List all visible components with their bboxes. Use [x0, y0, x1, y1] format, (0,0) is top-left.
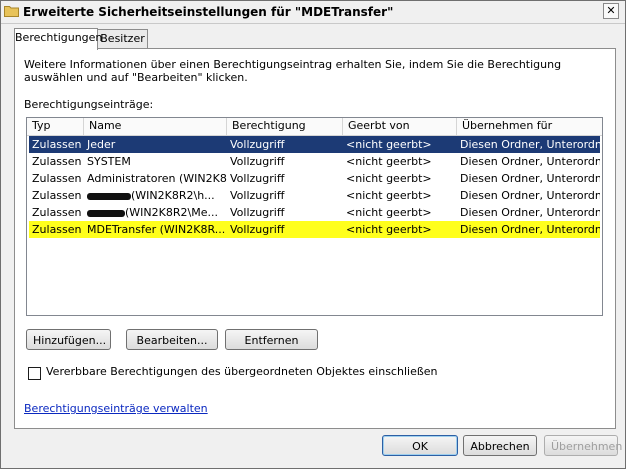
- column-header-name[interactable]: Name: [84, 118, 227, 135]
- cell-uebernehmen: Diesen Ordner, Unterordn...: [460, 155, 600, 168]
- cell-geerbt: <nicht geerbt>: [346, 155, 432, 168]
- cell-geerbt: <nicht geerbt>: [346, 206, 432, 219]
- title-bar: Erweiterte Sicherheitseinstellungen für …: [1, 1, 625, 24]
- cell-name-text: (WIN2K8R2\Me...: [125, 206, 218, 219]
- cell-name: (WIN2K8R2\Me...: [84, 204, 227, 221]
- cell-uebernehmen: Diesen Ordner, Unterordn...: [460, 172, 600, 185]
- cell-geerbt: <nicht geerbt>: [346, 223, 432, 236]
- cell-name: (WIN2K8R2\h...: [84, 187, 227, 204]
- cell-uebernehmen: Diesen Ordner, Unterordn...: [460, 206, 600, 219]
- redacted-username: [87, 209, 125, 217]
- cell-name: Jeder: [87, 138, 116, 151]
- table-row[interactable]: Zulassen (WIN2K8R2\h... Vollzugriff <nic…: [29, 187, 600, 204]
- cell-typ: Zulassen: [32, 223, 82, 236]
- column-header-berechtigung[interactable]: Berechtigung: [227, 118, 343, 135]
- add-button[interactable]: Hinzufügen...: [26, 329, 111, 350]
- column-header-geerbt[interactable]: Geerbt von: [343, 118, 457, 135]
- cell-berechtigung: Vollzugriff: [230, 206, 285, 219]
- ok-button[interactable]: OK: [382, 435, 458, 456]
- cell-berechtigung: Vollzugriff: [230, 138, 285, 151]
- cell-typ: Zulassen: [32, 189, 82, 202]
- tab-berechtigungen[interactable]: Berechtigungen: [14, 28, 102, 50]
- info-text: Weitere Informationen über einen Berecht…: [24, 58, 562, 84]
- security-settings-window: Erweiterte Sicherheitseinstellungen für …: [0, 0, 626, 469]
- remove-button[interactable]: Entfernen: [225, 329, 318, 350]
- cancel-button[interactable]: Abbrechen: [463, 435, 537, 456]
- tab-besitzer[interactable]: Besitzer: [97, 29, 148, 49]
- cell-uebernehmen: Diesen Ordner, Unterordn...: [460, 138, 600, 151]
- cell-berechtigung: Vollzugriff: [230, 172, 285, 185]
- cell-typ: Zulassen: [32, 138, 82, 151]
- close-icon: ✕: [606, 4, 616, 17]
- cell-berechtigung: Vollzugriff: [230, 155, 285, 168]
- manage-entries-link[interactable]: Berechtigungseinträge verwalten: [24, 402, 208, 415]
- cell-berechtigung: Vollzugriff: [230, 189, 285, 202]
- permissions-tab-panel: Weitere Informationen über einen Berecht…: [14, 48, 616, 429]
- table-row[interactable]: Zulassen Administratoren (WIN2K8... Voll…: [29, 170, 600, 187]
- close-button[interactable]: ✕: [603, 3, 619, 19]
- table-row[interactable]: Zulassen Jeder Vollzugriff <nicht geerbt…: [29, 136, 600, 153]
- cell-name-text: (WIN2K8R2\h...: [131, 189, 215, 202]
- cell-geerbt: <nicht geerbt>: [346, 138, 432, 151]
- cell-name: SYSTEM: [87, 155, 131, 168]
- cell-typ: Zulassen: [32, 155, 82, 168]
- cell-uebernehmen: Diesen Ordner, Unterordn...: [460, 223, 600, 236]
- inherit-permissions-label: Vererbbare Berechtigungen des übergeordn…: [46, 365, 438, 378]
- cell-name: MDETransfer (WIN2K8R...: [87, 223, 226, 236]
- list-header: Typ Name Berechtigung Geerbt von Überneh…: [27, 118, 602, 136]
- column-header-uebernehmen[interactable]: Übernehmen für: [457, 118, 602, 135]
- cell-uebernehmen: Diesen Ordner, Unterordn...: [460, 189, 600, 202]
- entries-label: Berechtigungseinträge:: [24, 98, 154, 111]
- cell-typ: Zulassen: [32, 172, 82, 185]
- folder-icon: [4, 6, 19, 17]
- dialog-button-bar: OK Abbrechen Übernehmen: [1, 430, 625, 468]
- cell-geerbt: <nicht geerbt>: [346, 189, 432, 202]
- window-title: Erweiterte Sicherheitseinstellungen für …: [23, 5, 394, 19]
- cell-berechtigung: Vollzugriff: [230, 223, 285, 236]
- redacted-username: [87, 192, 131, 200]
- cell-typ: Zulassen: [32, 206, 82, 219]
- cell-geerbt: <nicht geerbt>: [346, 172, 432, 185]
- table-row[interactable]: Zulassen SYSTEM Vollzugriff <nicht geerb…: [29, 153, 600, 170]
- table-row[interactable]: Zulassen (WIN2K8R2\Me... Vollzugriff <ni…: [29, 204, 600, 221]
- inherit-permissions-checkbox[interactable]: [28, 367, 41, 380]
- column-header-typ[interactable]: Typ: [27, 118, 84, 135]
- table-row[interactable]: Zulassen MDETransfer (WIN2K8R... Vollzug…: [29, 221, 600, 238]
- cell-name: Administratoren (WIN2K8...: [87, 172, 227, 185]
- permission-entries-list[interactable]: Typ Name Berechtigung Geerbt von Überneh…: [26, 117, 603, 316]
- edit-button[interactable]: Bearbeiten...: [126, 329, 218, 350]
- apply-button[interactable]: Übernehmen: [544, 435, 622, 456]
